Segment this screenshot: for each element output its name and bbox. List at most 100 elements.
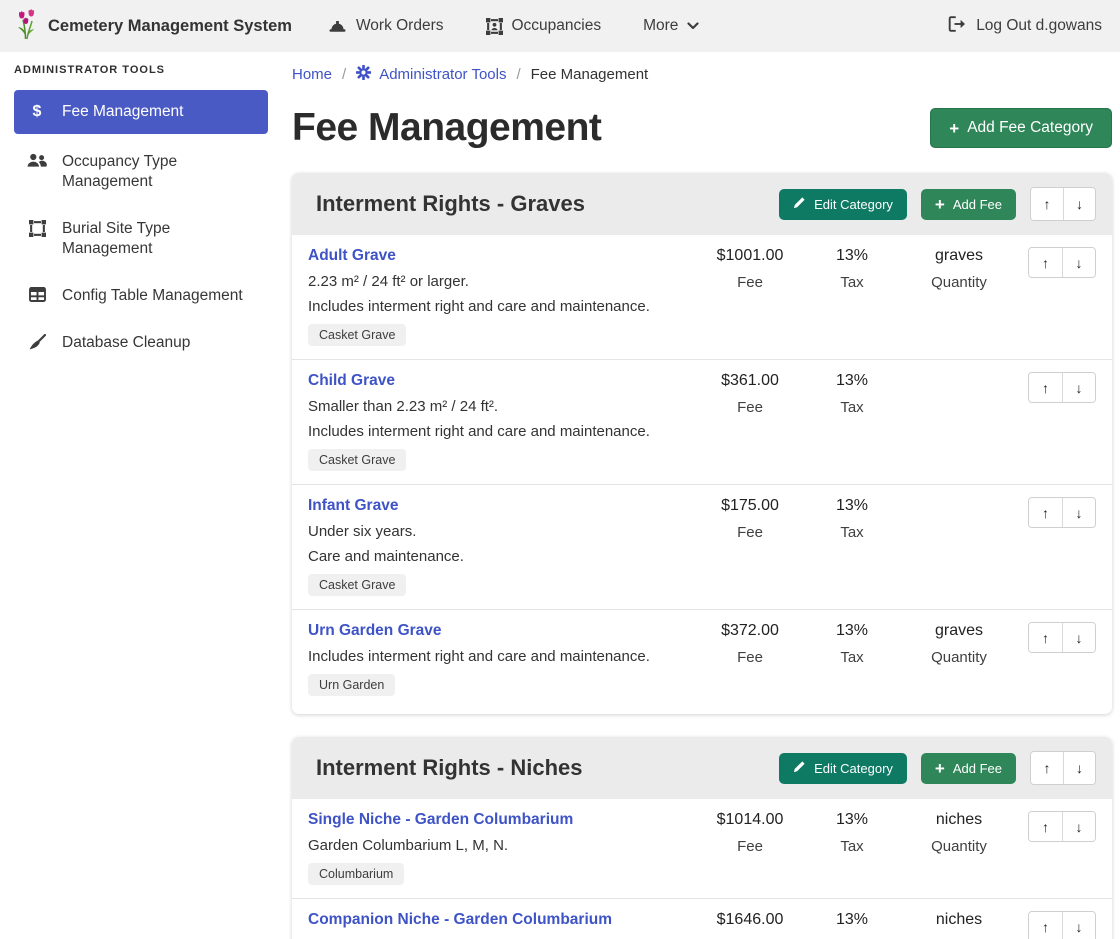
plus-icon: + bbox=[935, 196, 945, 213]
logout-label: Log Out d.gowans bbox=[976, 17, 1102, 35]
tax-amount: 13% bbox=[800, 497, 904, 515]
move-fee-down-button[interactable]: ↓ bbox=[1062, 248, 1095, 277]
fee-badge: Casket Grave bbox=[308, 324, 406, 346]
tax-cell: 13% Tax bbox=[800, 909, 904, 939]
fee-main: Urn Garden Grave Includes interment righ… bbox=[308, 620, 700, 696]
sidebar-item-database-cleanup[interactable]: Database Cleanup bbox=[14, 324, 268, 362]
fee-actions: ↑ ↓ bbox=[1014, 620, 1096, 696]
edit-category-button[interactable]: Edit Category bbox=[779, 753, 907, 784]
nav-work-orders[interactable]: Work Orders bbox=[328, 17, 444, 35]
move-fee-down-button[interactable]: ↓ bbox=[1062, 912, 1095, 939]
quantity-cell: niches Quantity bbox=[904, 809, 1014, 885]
move-fee-up-button[interactable]: ↑ bbox=[1029, 812, 1062, 841]
fee-amount: $1014.00 bbox=[700, 811, 800, 829]
fee-name-link[interactable]: Companion Niche - Garden Columbarium bbox=[308, 909, 612, 929]
fee-amount: $1001.00 bbox=[700, 247, 800, 265]
breadcrumb-separator: / bbox=[516, 66, 520, 83]
sidebar-item-fee-management[interactable]: $ Fee Management bbox=[14, 90, 268, 134]
fee-name-link[interactable]: Child Grave bbox=[308, 370, 395, 390]
fee-amount-cell: $1001.00 Fee bbox=[700, 245, 800, 346]
quantity-label: Quantity bbox=[904, 649, 1014, 666]
sidebar-heading: ADMINISTRATOR TOOLS bbox=[14, 64, 268, 76]
sidebar-item-burial-site-type[interactable]: Burial Site Type Management bbox=[14, 210, 268, 268]
fee-row: Urn Garden Grave Includes interment righ… bbox=[292, 609, 1112, 709]
move-category-down-button[interactable]: ↓ bbox=[1063, 188, 1095, 220]
fee-main: Adult Grave 2.23 m² / 24 ft² or larger.I… bbox=[308, 245, 700, 346]
nav-occupancies[interactable]: Occupancies bbox=[486, 17, 602, 35]
tax-amount: 13% bbox=[800, 372, 904, 390]
hard-hat-icon bbox=[328, 18, 347, 34]
category-title: Interment Rights - Niches bbox=[316, 755, 765, 781]
fee-name-link[interactable]: Adult Grave bbox=[308, 245, 396, 265]
fee-descriptions: Under six years.Care and maintenance. bbox=[308, 523, 700, 565]
add-fee-label: Add Fee bbox=[953, 761, 1002, 776]
frame-user-icon bbox=[486, 18, 503, 35]
app-title: Cemetery Management System bbox=[48, 17, 292, 36]
fee-row: Companion Niche - Garden Columbarium Gar… bbox=[292, 898, 1112, 939]
add-fee-button[interactable]: + Add Fee bbox=[921, 189, 1016, 220]
move-fee-up-button[interactable]: ↑ bbox=[1029, 498, 1062, 527]
fee-name-link[interactable]: Infant Grave bbox=[308, 495, 398, 515]
logout-button[interactable]: Log Out d.gowans bbox=[948, 16, 1102, 37]
fee-badge: Casket Grave bbox=[308, 574, 406, 596]
move-fee-down-button[interactable]: ↓ bbox=[1062, 812, 1095, 841]
move-category-down-button[interactable]: ↓ bbox=[1063, 752, 1095, 784]
move-fee-up-button[interactable]: ↑ bbox=[1029, 623, 1062, 652]
breadcrumb: Home / Administrator Tools / Fee Managem… bbox=[292, 65, 1112, 84]
fee-label: Fee bbox=[700, 274, 800, 291]
move-fee-up-button[interactable]: ↑ bbox=[1029, 373, 1062, 402]
sidebar-item-occupancy-type[interactable]: Occupancy Type Management bbox=[14, 143, 268, 201]
nav-more[interactable]: More bbox=[643, 17, 699, 35]
plus-icon: + bbox=[935, 760, 945, 777]
add-fee-category-button[interactable]: + Add Fee Category bbox=[930, 108, 1112, 148]
arrow-up-icon: ↑ bbox=[1042, 819, 1049, 835]
edit-category-button[interactable]: Edit Category bbox=[779, 189, 907, 220]
main-content: Home / Administrator Tools / Fee Managem… bbox=[280, 52, 1120, 939]
fee-amount-cell: $1646.00 Fee bbox=[700, 909, 800, 939]
breadcrumb-home-link[interactable]: Home bbox=[292, 66, 332, 83]
tax-cell: 13% Tax bbox=[800, 495, 904, 596]
fee-amount: $175.00 bbox=[700, 497, 800, 515]
add-fee-button[interactable]: + Add Fee bbox=[921, 753, 1016, 784]
move-fee-down-button[interactable]: ↓ bbox=[1062, 498, 1095, 527]
quantity-value: niches bbox=[904, 911, 1014, 929]
tax-label: Tax bbox=[800, 274, 904, 291]
move-fee-up-button[interactable]: ↑ bbox=[1029, 912, 1062, 939]
fee-descriptions: Garden Columbarium L, M, N. bbox=[308, 837, 700, 854]
fee-row: Child Grave Smaller than 2.23 m² / 24 ft… bbox=[292, 359, 1112, 484]
categories: Interment Rights - Graves Edit Category … bbox=[292, 173, 1112, 939]
app-brand[interactable]: Cemetery Management System bbox=[14, 8, 292, 45]
top-navbar: Cemetery Management System Work Orders bbox=[0, 0, 1120, 52]
move-category-up-button[interactable]: ↑ bbox=[1031, 188, 1063, 220]
fee-amount: $372.00 bbox=[700, 622, 800, 640]
tax-label: Tax bbox=[800, 649, 904, 666]
sidebar-item-label: Burial Site Type Management bbox=[62, 219, 258, 259]
arrow-down-icon: ↓ bbox=[1076, 255, 1083, 271]
fee-reorder-group: ↑ ↓ bbox=[1028, 497, 1096, 528]
nav-more-label: More bbox=[643, 17, 678, 35]
fee-main: Single Niche - Garden Columbarium Garden… bbox=[308, 809, 700, 885]
move-fee-up-button[interactable]: ↑ bbox=[1029, 248, 1062, 277]
breadcrumb-admin-tools-link[interactable]: Administrator Tools bbox=[356, 65, 506, 84]
fee-description: Care and maintenance. bbox=[308, 548, 700, 565]
fee-name-link[interactable]: Single Niche - Garden Columbarium bbox=[308, 809, 573, 829]
sidebar-item-config-table[interactable]: Config Table Management bbox=[14, 277, 268, 315]
arrow-down-icon: ↓ bbox=[1076, 505, 1083, 521]
dollar-icon: $ bbox=[26, 102, 48, 121]
breadcrumb-current: Fee Management bbox=[531, 66, 649, 83]
fee-actions: ↑ ↓ bbox=[1014, 909, 1096, 939]
arrow-down-icon: ↓ bbox=[1076, 380, 1083, 396]
category-reorder-group: ↑ ↓ bbox=[1030, 751, 1096, 785]
category-header: Interment Rights - Graves Edit Category … bbox=[292, 173, 1112, 235]
fee-description: Includes interment right and care and ma… bbox=[308, 423, 700, 440]
fee-category-card: Interment Rights - Niches Edit Category … bbox=[292, 737, 1112, 939]
move-category-up-button[interactable]: ↑ bbox=[1031, 752, 1063, 784]
arrow-up-icon: ↑ bbox=[1042, 255, 1049, 271]
fee-actions: ↑ ↓ bbox=[1014, 370, 1096, 471]
fee-name-link[interactable]: Urn Garden Grave bbox=[308, 620, 442, 640]
move-fee-down-button[interactable]: ↓ bbox=[1062, 373, 1095, 402]
tax-amount: 13% bbox=[800, 622, 904, 640]
tax-cell: 13% Tax bbox=[800, 370, 904, 471]
fee-descriptions: Smaller than 2.23 m² / 24 ft².Includes i… bbox=[308, 398, 700, 440]
move-fee-down-button[interactable]: ↓ bbox=[1062, 623, 1095, 652]
